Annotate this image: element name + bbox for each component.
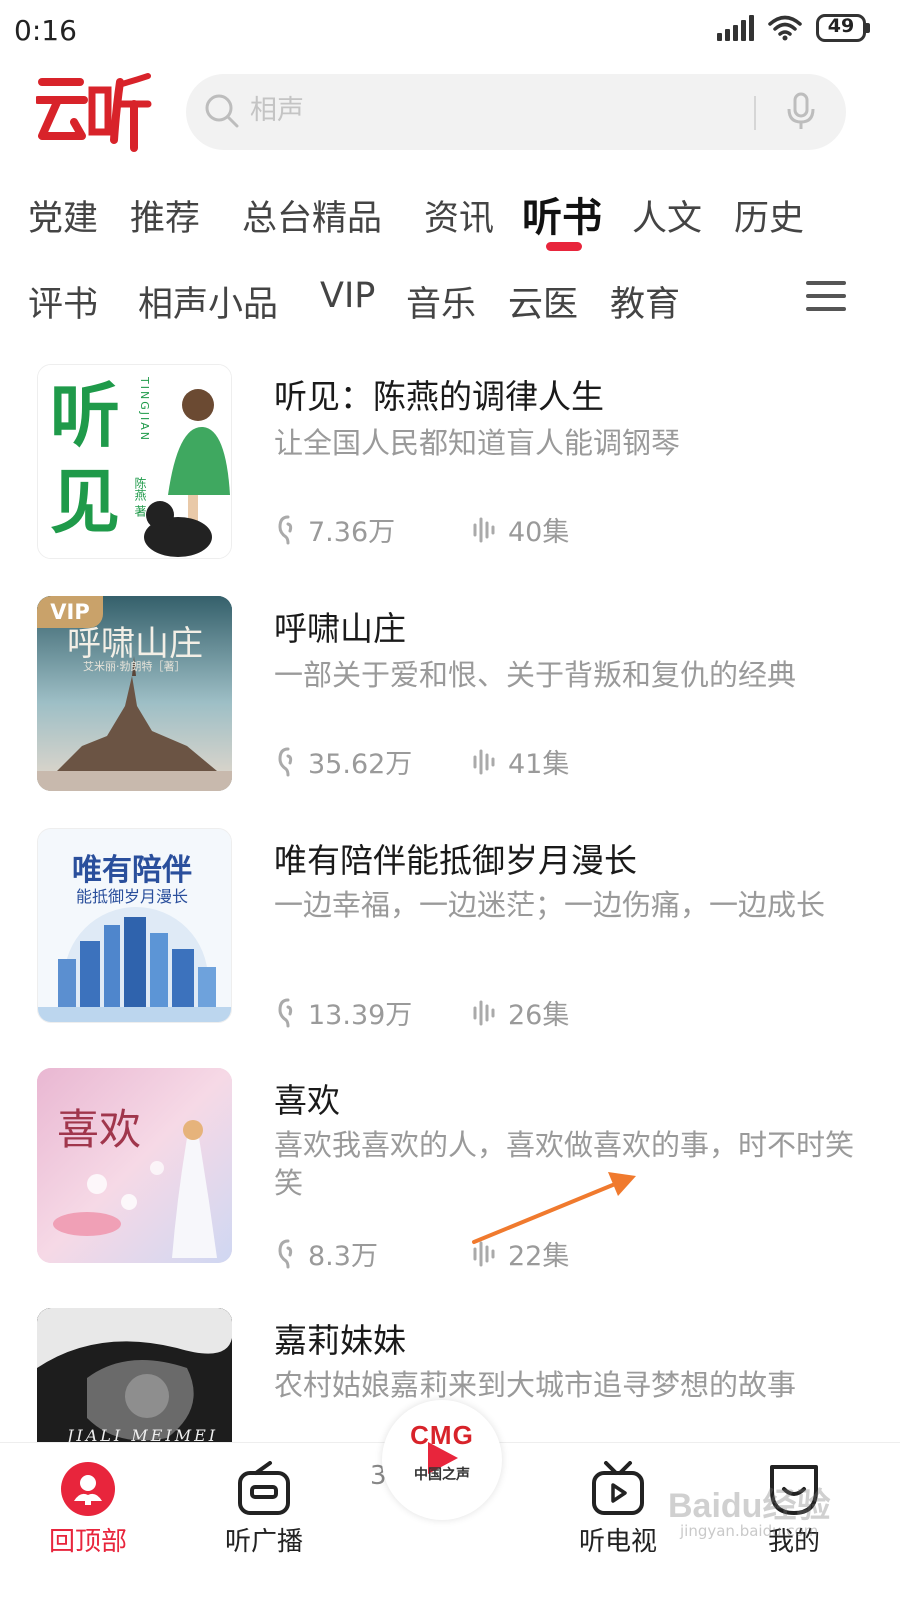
cover-author-text: 艾米丽·勃朗特［著］ — [83, 660, 186, 673]
tab-zixun[interactable]: 资讯 — [424, 190, 494, 241]
book-cover: 听见 TINGJIAN 陈燕 著 — [37, 364, 232, 559]
episode-count: 41集 — [472, 742, 569, 781]
book-cover: JIALI MEIMEI — [37, 1308, 232, 1446]
nav-radio[interactable]: 听广播 — [194, 1443, 334, 1593]
search-input[interactable] — [250, 84, 730, 136]
episode-count-value: 26集 — [508, 1000, 570, 1031]
tab-zongtai[interactable]: 总台精品 — [242, 190, 382, 241]
annotation-arrow-icon — [472, 1172, 636, 1244]
play-count-value: 7.36万 — [308, 517, 396, 548]
tab-vip[interactable]: VIP — [320, 276, 375, 316]
nav-tv[interactable]: 听电视 — [548, 1443, 688, 1593]
list-item[interactable]: 唯有陪伴 能抵御岁月漫长 唯有陪伴能抵御岁月漫长 一边幸福，一边迷茫；一边伤痛，… — [0, 826, 900, 1056]
list-item[interactable]: 听见 TINGJIAN 陈燕 著 听见：陈燕的调律人生 让全国人民都知道盲人能调… — [0, 362, 900, 572]
play-count: 7.36万 — [278, 510, 395, 549]
tab-tingshu[interactable]: 听书 — [522, 185, 602, 243]
more-categories-icon[interactable] — [806, 280, 846, 316]
cover-subtitle-text: 能抵御岁月漫长 — [76, 887, 189, 906]
item-description: 农村姑娘嘉莉来到大城市追寻梦想的故事 — [274, 1368, 797, 1402]
nav-label: 听电视 — [578, 1527, 657, 1557]
item-title: 听见：陈燕的调律人生 — [274, 377, 604, 416]
episode-count-value: 41集 — [508, 749, 570, 780]
listen-icon — [278, 1239, 293, 1268]
microphone-icon[interactable] — [786, 92, 816, 134]
book-cover: VIP 呼啸山庄 艾米丽·勃朗特［著］ — [37, 596, 232, 791]
audio-wave-icon — [473, 1000, 495, 1025]
play-count-value: 35.62万 — [308, 749, 413, 780]
tab-jiaoyu[interactable]: 教育 — [610, 276, 680, 327]
cover-pinyin-text: TINGJIAN — [138, 377, 151, 442]
search-divider — [754, 96, 756, 130]
player-channel: 中国之声 — [414, 1467, 470, 1483]
item-title: 唯有陪伴能抵御岁月漫长 — [274, 841, 637, 880]
center-player-button[interactable]: CMG 中国之声 — [382, 1400, 502, 1520]
listen-icon — [278, 998, 293, 1027]
episode-count: 26集 — [472, 993, 569, 1032]
listen-icon — [278, 747, 293, 776]
book-cover: 唯有陪伴 能抵御岁月漫长 — [37, 828, 232, 1023]
radio-icon — [236, 1461, 292, 1517]
tab-lishi[interactable]: 历史 — [734, 190, 804, 241]
nav-label: 听广播 — [224, 1527, 303, 1557]
cover-title-text: 听见 — [50, 375, 120, 543]
play-count-value: 13.39万 — [308, 1000, 413, 1031]
episode-count-value: 40集 — [508, 517, 570, 548]
item-title: 呼啸山庄 — [274, 609, 406, 648]
tab-pingshu[interactable]: 评书 — [28, 276, 98, 327]
item-description: 一部关于爱和恨、关于背叛和复仇的经典 — [274, 658, 797, 692]
play-count-value: 8.3万 — [308, 1241, 378, 1272]
audio-wave-icon — [473, 517, 495, 542]
list-item[interactable]: 喜欢 喜欢 喜欢我喜欢的人，喜欢做喜欢的事，时不时笑笑 8.3万 22集 — [0, 1066, 900, 1296]
episode-count: 40集 — [472, 510, 569, 549]
item-description: 让全国人民都知道盲人能调钢琴 — [274, 426, 681, 460]
category-tabs-secondary: 评书 相声小品 VIP 音乐 云医 教育 — [0, 0, 900, 325]
listen-icon — [278, 515, 293, 544]
list-item[interactable]: VIP 呼啸山庄 艾米丽·勃朗特［著］ 呼啸山庄 一部关于爱和恨、关于背叛和复仇… — [0, 594, 900, 804]
back-to-top-icon — [60, 1461, 116, 1517]
active-tab-indicator — [546, 242, 582, 251]
play-count: 35.62万 — [278, 742, 412, 781]
cover-author-text: 陈燕 著 — [133, 477, 147, 517]
play-count: 13.39万 — [278, 993, 412, 1032]
tv-icon — [590, 1461, 646, 1517]
item-title: 喜欢 — [274, 1081, 340, 1120]
search-icon — [204, 93, 240, 133]
play-count: 8.3万 — [278, 1234, 378, 1273]
nav-label: 回顶部 — [48, 1527, 127, 1557]
item-description: 一边幸福，一边迷茫；一边伤痛，一边成长 — [274, 888, 826, 922]
book-cover: 喜欢 — [37, 1068, 232, 1263]
watermark: Baidu经验 — [668, 1487, 831, 1525]
search-box[interactable] — [186, 74, 846, 150]
tab-yunyi[interactable]: 云医 — [508, 276, 578, 327]
item-title: 嘉莉妹妹 — [274, 1321, 406, 1360]
nav-back-to-top[interactable]: 回顶部 — [18, 1443, 158, 1593]
watermark-url: jingyan.baidu.com — [680, 1522, 819, 1540]
tab-renwen[interactable]: 人文 — [632, 190, 702, 241]
cover-title-text: 喜欢 — [57, 1105, 142, 1154]
app-logo — [34, 70, 152, 152]
tab-yinyue[interactable]: 音乐 — [406, 276, 476, 327]
tab-xiangsheng[interactable]: 相声小品 — [138, 276, 278, 327]
tab-dangjian[interactable]: 党建 — [28, 190, 98, 241]
tab-tuijian[interactable]: 推荐 — [130, 190, 200, 241]
audio-wave-icon — [473, 749, 495, 774]
